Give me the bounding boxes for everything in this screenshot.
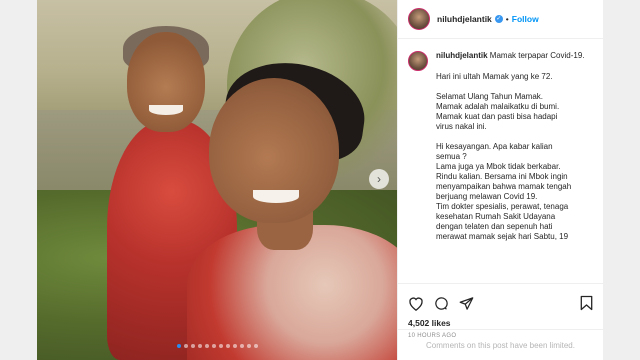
carousel-dot (211, 344, 216, 348)
comment-icon[interactable] (434, 296, 449, 311)
heart-icon[interactable] (408, 296, 424, 311)
carousel-next-button[interactable]: › (369, 169, 389, 189)
post-sidebar: niluhdjelantik ✓ • Follow niluhdjelantik… (397, 0, 603, 360)
carousel-dots (37, 344, 397, 348)
carousel-dot (239, 344, 244, 348)
carousel-dot (246, 344, 251, 348)
likes-count[interactable]: 4,502 likes (398, 314, 603, 328)
follow-button[interactable]: Follow (512, 14, 539, 24)
carousel-dot (197, 344, 202, 348)
caption-text: niluhdjelantik Mamak terpapar Covid-19. … (436, 51, 593, 283)
caption-avatar[interactable] (408, 51, 428, 71)
caption-first-paragraph: niluhdjelantik Mamak terpapar Covid-19. (436, 51, 593, 61)
separator-dot: • (505, 14, 509, 24)
older-woman-smile (149, 105, 183, 115)
carousel-dot (218, 344, 223, 348)
action-bar (398, 283, 603, 314)
caption-area: niluhdjelantik Mamak terpapar Covid-19. … (398, 39, 603, 283)
carousel-dot (190, 344, 195, 348)
post-photo[interactable]: › (37, 0, 397, 360)
share-icon[interactable] (459, 296, 474, 311)
avatar[interactable] (408, 8, 430, 30)
carousel-dot (183, 344, 188, 348)
caption-first-line: Mamak terpapar Covid-19. (489, 51, 585, 60)
carousel-dot (232, 344, 237, 348)
carousel-dot (225, 344, 230, 348)
carousel-dot (253, 344, 258, 348)
instagram-post: › niluhdjelantik ✓ • Follow niluhdjelant… (37, 0, 603, 360)
bookmark-icon[interactable] (580, 295, 593, 311)
carousel-dot (204, 344, 209, 348)
caption-paragraph: Selamat Ulang Tahun Mamak. Mamak adalah … (436, 92, 560, 131)
caption-username[interactable]: niluhdjelantik (436, 51, 488, 60)
carousel-dot (176, 344, 181, 348)
verified-badge-icon: ✓ (494, 15, 503, 23)
post-header: niluhdjelantik ✓ • Follow (398, 0, 603, 39)
caption-paragraph: Hi kesayangan. Apa kabar kalian semua ? … (436, 142, 572, 241)
comments-limited-notice: Comments on this post have been limited. (398, 329, 603, 360)
username-link[interactable]: niluhdjelantik (437, 14, 492, 24)
younger-woman-smile (253, 190, 299, 203)
caption-paragraph: Hari ini ultah Mamak yang ke 72. (436, 72, 553, 81)
chevron-right-icon: › (377, 172, 381, 186)
older-woman-face (127, 32, 205, 132)
